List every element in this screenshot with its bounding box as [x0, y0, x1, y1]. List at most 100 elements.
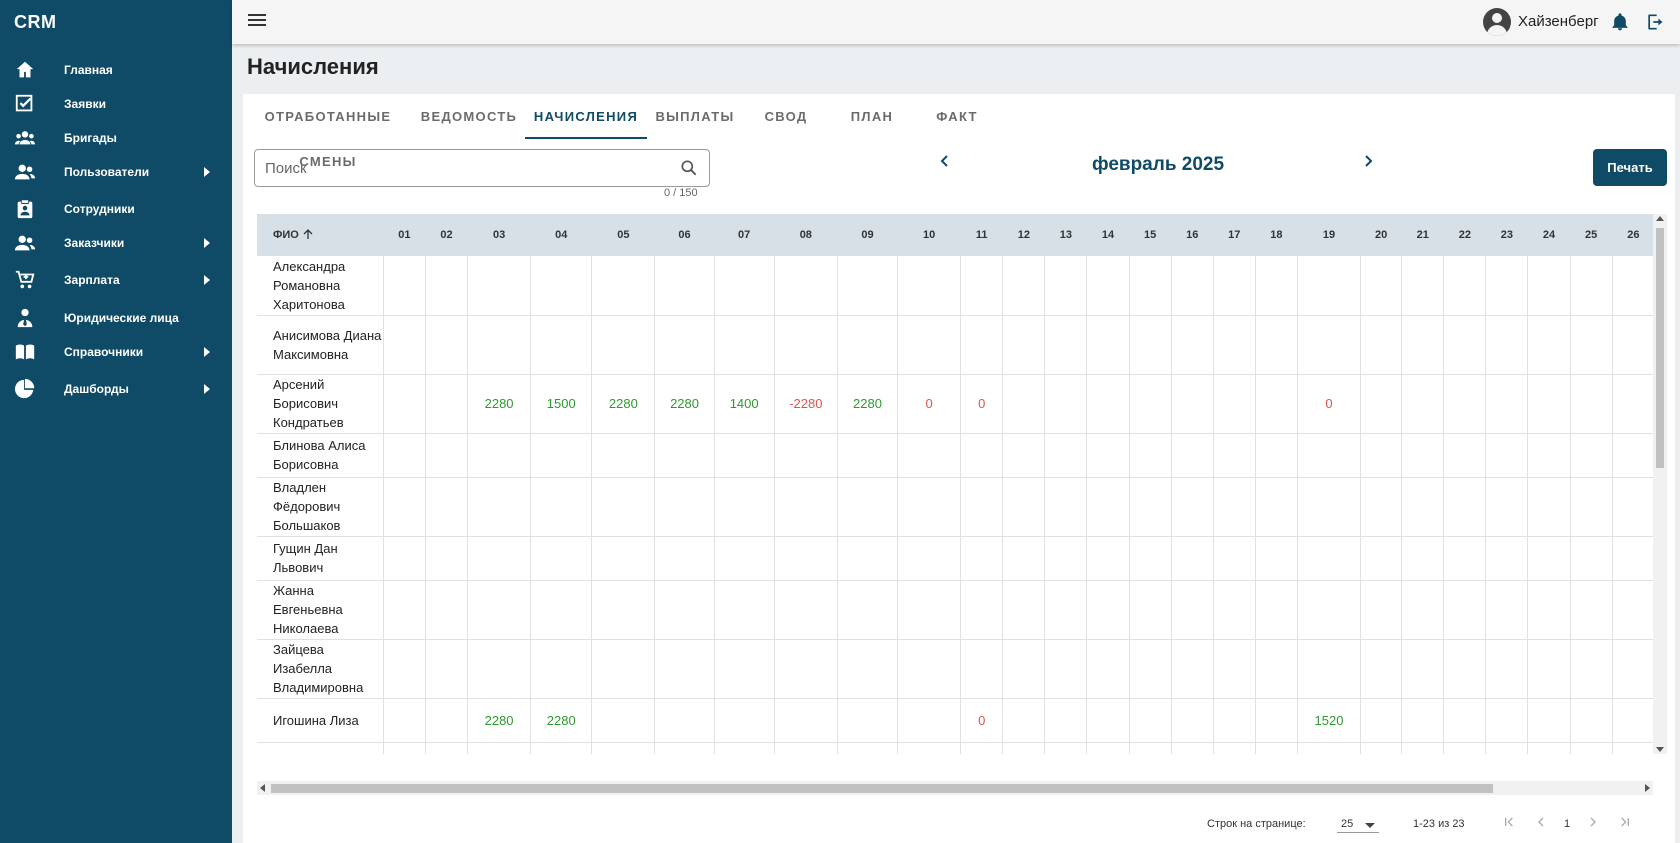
day-cell[interactable]	[591, 698, 656, 743]
vertical-scrollbar[interactable]	[1653, 214, 1667, 754]
day-cell[interactable]	[1129, 639, 1172, 699]
day-cell[interactable]	[1297, 256, 1362, 316]
day-cell[interactable]	[1044, 580, 1088, 640]
day-cell[interactable]	[1485, 315, 1529, 375]
table-row[interactable]: Игошина Лиза 2280 2280 0 1520	[257, 698, 1656, 743]
day-cell[interactable]	[1213, 639, 1256, 699]
day-cell[interactable]	[425, 639, 469, 699]
day-cell[interactable]	[1171, 536, 1214, 581]
day-cell[interactable]	[1612, 698, 1656, 743]
day-cell[interactable]	[1443, 580, 1487, 640]
day-cell[interactable]	[1612, 256, 1656, 316]
day-cell[interactable]	[1401, 477, 1445, 537]
day-cell[interactable]	[897, 433, 962, 478]
day-cell[interactable]	[1255, 536, 1298, 581]
day-cell[interactable]	[1612, 477, 1656, 537]
sidebar-item-8[interactable]: Справочники	[0, 334, 232, 370]
day-cell[interactable]	[1360, 433, 1403, 478]
day-cell[interactable]	[1171, 742, 1214, 754]
table-row[interactable]: Александра Романовна Харитонова	[257, 256, 1656, 316]
day-cell[interactable]	[1485, 256, 1529, 316]
day-cell[interactable]	[383, 742, 426, 754]
sidebar-item-5[interactable]: Заказчики	[0, 225, 232, 261]
day-cell[interactable]	[383, 580, 426, 640]
day-cell[interactable]	[1401, 742, 1445, 754]
tab-0[interactable]: ОТРАБОТАННЫЕ СМЕНЫ	[243, 94, 413, 169]
day-cell[interactable]	[1485, 433, 1529, 478]
day-cell[interactable]	[1213, 256, 1256, 316]
avatar-icon[interactable]	[1483, 8, 1511, 36]
day-cell[interactable]: 2280	[530, 698, 593, 743]
day-cell[interactable]	[467, 536, 532, 581]
day-cell[interactable]	[1255, 580, 1298, 640]
day-cell[interactable]	[1129, 698, 1172, 743]
day-cell[interactable]	[1171, 580, 1214, 640]
chevron-right-icon[interactable]	[1356, 149, 1380, 173]
day-cell[interactable]	[1360, 742, 1403, 754]
day-cell[interactable]: 2280	[714, 742, 775, 754]
day-cell[interactable]	[1002, 698, 1046, 743]
day-cell[interactable]	[1612, 639, 1656, 699]
day-cell[interactable]	[1612, 536, 1656, 581]
day-cell[interactable]	[1044, 256, 1088, 316]
day-cell[interactable]	[1485, 639, 1529, 699]
day-cell[interactable]	[714, 256, 775, 316]
day-cell[interactable]	[1086, 742, 1130, 754]
day-cell[interactable]	[425, 536, 469, 581]
day-cell[interactable]	[714, 639, 775, 699]
day-cell[interactable]	[654, 256, 715, 316]
day-cell[interactable]	[1044, 477, 1088, 537]
day-cell[interactable]	[1213, 477, 1256, 537]
day-cell[interactable]	[1255, 374, 1298, 434]
day-cell[interactable]	[897, 639, 962, 699]
day-cell[interactable]	[1255, 256, 1298, 316]
day-cell[interactable]	[1213, 698, 1256, 743]
day-cell[interactable]	[714, 580, 775, 640]
day-cell[interactable]	[960, 580, 1004, 640]
day-cell[interactable]	[530, 433, 593, 478]
day-cell[interactable]: 2280	[654, 742, 715, 754]
day-cell[interactable]	[1443, 639, 1487, 699]
day-cell[interactable]	[591, 477, 656, 537]
tab-2[interactable]: НАЧИСЛЕНИЯ	[525, 94, 647, 139]
day-cell[interactable]	[591, 433, 656, 478]
day-cell[interactable]	[837, 580, 899, 640]
scroll-left-icon[interactable]	[260, 784, 265, 792]
day-cell[interactable]	[1002, 639, 1046, 699]
tab-6[interactable]: ФАКТ	[915, 94, 999, 139]
table-row[interactable]: Искра Романовна-228022801200228022802280…	[257, 742, 1656, 754]
logout-icon[interactable]	[1645, 12, 1665, 32]
day-cell[interactable]	[1612, 374, 1656, 434]
day-cell[interactable]	[1002, 374, 1046, 434]
day-cell[interactable]	[1171, 698, 1214, 743]
day-cell[interactable]	[1213, 742, 1256, 754]
day-cell[interactable]	[1255, 698, 1298, 743]
day-cell[interactable]	[530, 256, 593, 316]
day-cell[interactable]	[654, 580, 715, 640]
accruals-table-container[interactable]: ФИО 01 02 03 04 05 06 07 08 09 10 11 12 13 14 15 16 17 18 1…	[257, 214, 1658, 754]
day-cell[interactable]	[1171, 477, 1214, 537]
day-cell[interactable]	[1485, 742, 1529, 754]
sidebar-item-4[interactable]: Сотрудники	[0, 191, 232, 227]
day-cell[interactable]	[1086, 256, 1130, 316]
day-cell[interactable]	[1527, 256, 1571, 316]
day-cell[interactable]	[383, 477, 426, 537]
brand-logo[interactable]: CRM	[14, 12, 57, 33]
rows-per-page-select[interactable]: 25	[1337, 811, 1379, 833]
day-cell[interactable]	[1570, 374, 1613, 434]
day-cell[interactable]	[591, 580, 656, 640]
day-cell[interactable]	[425, 256, 469, 316]
sidebar-item-9[interactable]: Дашборды	[0, 371, 232, 407]
day-cell[interactable]	[1570, 433, 1613, 478]
sidebar-item-1[interactable]: Заявки	[0, 86, 232, 122]
day-cell[interactable]	[1255, 477, 1298, 537]
day-cell[interactable]	[1255, 433, 1298, 478]
day-cell[interactable]	[774, 536, 838, 581]
day-cell[interactable]	[1570, 477, 1613, 537]
day-cell[interactable]	[1401, 698, 1445, 743]
day-cell[interactable]: 0	[1297, 374, 1362, 434]
day-cell[interactable]	[1213, 536, 1256, 581]
day-cell[interactable]	[654, 536, 715, 581]
day-cell[interactable]	[1570, 315, 1613, 375]
day-cell[interactable]	[1443, 742, 1487, 754]
